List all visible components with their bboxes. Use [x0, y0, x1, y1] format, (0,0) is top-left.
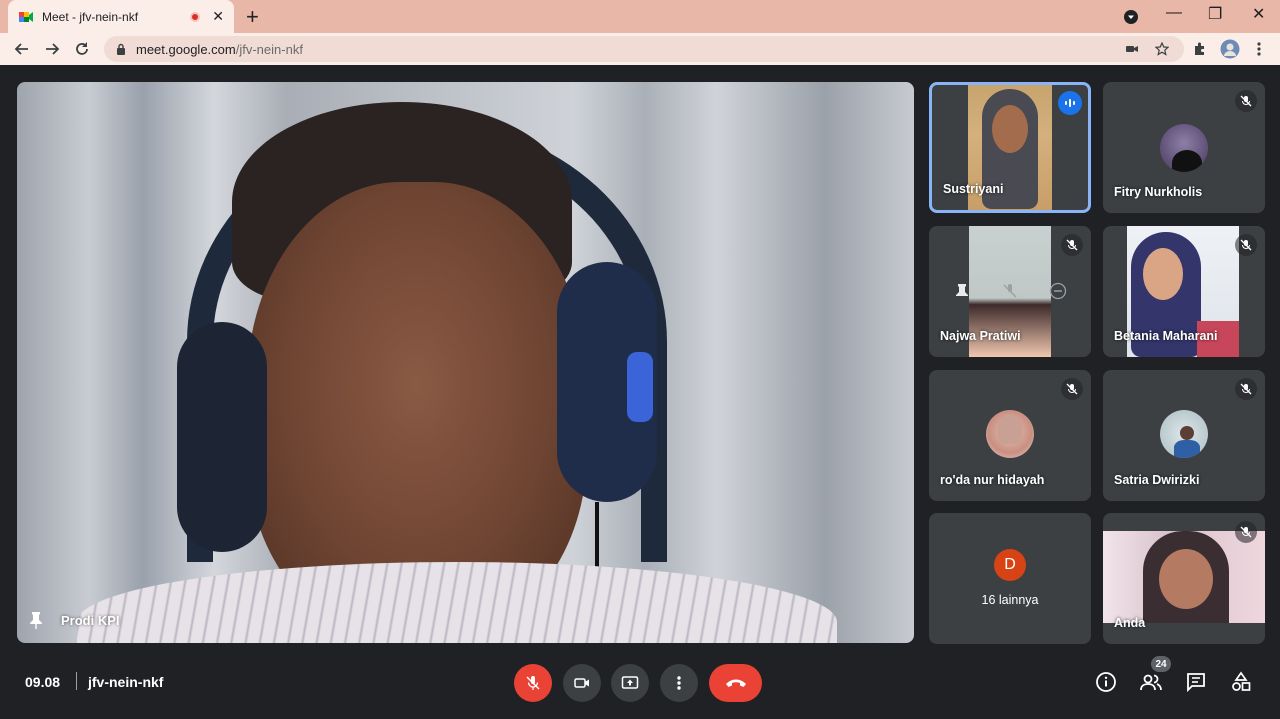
participant-tile[interactable]: Sustriyani: [929, 82, 1091, 213]
self-camera: [1103, 531, 1265, 623]
profile-dropdown-icon[interactable]: [1123, 9, 1139, 25]
present-screen-icon: [621, 676, 639, 689]
self-view-tile[interactable]: Anda: [1103, 513, 1265, 644]
camera-permission-icon[interactable]: [1125, 42, 1139, 56]
forward-arrow-icon[interactable]: [44, 41, 60, 57]
mic-off-icon: [1061, 234, 1083, 256]
pin-icon: [30, 612, 42, 629]
participant-tile[interactable]: Najwa Pratiwi: [929, 226, 1091, 357]
earcup-light-shape: [627, 352, 653, 422]
url-omnibox[interactable]: meet.google.com/jfv-nein-nkf: [104, 36, 1184, 62]
main-participant-video[interactable]: Prodi KPI: [17, 82, 914, 643]
camera-icon: [574, 678, 589, 688]
url-host: meet.google.com: [136, 41, 236, 57]
participant-name: Najwa Pratiwi: [940, 329, 1021, 343]
extensions-puzzle-icon[interactable]: [1192, 41, 1208, 57]
participant-name: Betania Maharani: [1114, 329, 1218, 343]
meeting-control-bar: 09.08 jfv-nein-nkf: [0, 650, 1280, 719]
presenter-name: Prodi KPI: [61, 612, 120, 628]
more-participants-tile[interactable]: D 16 lainnya: [929, 513, 1091, 644]
presenter-label: Prodi KPI: [29, 611, 120, 629]
participant-name: Fitry Nurkholis: [1114, 185, 1203, 199]
chat-icon: [1187, 673, 1205, 693]
remove-participant-icon[interactable]: [1049, 282, 1067, 300]
earcup-right-shape: [557, 262, 657, 502]
leave-call-button[interactable]: [709, 664, 762, 702]
back-arrow-icon[interactable]: [14, 41, 30, 57]
earcup-left-shape: [177, 322, 267, 552]
present-screen-button[interactable]: [611, 664, 649, 702]
activities-shapes-icon: [1232, 671, 1251, 691]
participant-name: Sustriyani: [943, 182, 1004, 196]
hang-up-icon: [725, 679, 746, 687]
toggle-microphone-button[interactable]: [514, 664, 552, 702]
browser-tab-strip: Meet - jfv-nein-nkf ✕ + — ❐ ✕: [0, 0, 1280, 33]
participant-tile[interactable]: ro'da nur hidayah: [929, 370, 1091, 501]
participant-name: Anda: [1114, 616, 1146, 630]
chat-button[interactable]: [1182, 668, 1210, 696]
recording-indicator-icon: [190, 11, 201, 22]
participant-name: Satria Dwirizki: [1114, 473, 1200, 487]
participant-letter-avatar: D: [994, 549, 1026, 581]
participant-count-badge: 24: [1151, 656, 1171, 672]
mic-off-icon: [1061, 378, 1083, 400]
new-tab-button[interactable]: +: [246, 4, 259, 30]
meet-favicon-icon: [19, 11, 33, 22]
tile-hover-controls: [953, 282, 1067, 300]
mic-off-icon: [1235, 378, 1257, 400]
participant-tile[interactable]: Fitry Nurkholis: [1103, 82, 1265, 213]
window-minimize-button[interactable]: —: [1166, 4, 1182, 22]
address-bar: meet.google.com/jfv-nein-nkf: [0, 33, 1280, 65]
tab-close-icon[interactable]: ✕: [212, 8, 224, 25]
participants-button[interactable]: [1137, 668, 1165, 696]
participant-tile[interactable]: Satria Dwirizki: [1103, 370, 1265, 501]
pin-tile-icon[interactable]: [953, 282, 971, 300]
participant-avatar: [986, 410, 1034, 458]
reload-icon[interactable]: [74, 41, 90, 57]
shirt-shape: [77, 562, 837, 643]
participant-avatar: [1160, 410, 1208, 458]
meeting-code: jfv-nein-nkf: [88, 674, 164, 690]
bookmark-star-icon[interactable]: [1155, 42, 1169, 56]
people-icon: [1140, 674, 1162, 691]
window-close-button[interactable]: ✕: [1252, 4, 1265, 24]
more-vert-icon: [677, 676, 681, 690]
lock-icon: [117, 43, 125, 55]
more-options-button[interactable]: [660, 664, 698, 702]
url-path: /jfv-nein-nkf: [235, 41, 303, 57]
toggle-camera-button[interactable]: [563, 664, 601, 702]
browser-tab[interactable]: Meet - jfv-nein-nkf ✕: [8, 0, 234, 33]
browser-menu-icon[interactable]: [1256, 41, 1262, 57]
participant-tile[interactable]: Betania Maharani: [1103, 226, 1265, 357]
meeting-details-button[interactable]: [1092, 668, 1120, 696]
mic-off-icon: [1235, 90, 1257, 112]
meeting-clock: 09.08: [25, 674, 61, 690]
mic-off-icon: [1235, 234, 1257, 256]
mic-off-icon: [1235, 521, 1257, 543]
participant-name: ro'da nur hidayah: [940, 473, 1045, 487]
participant-avatar: [1160, 124, 1208, 172]
mic-off-icon: [526, 676, 540, 690]
window-restore-button[interactable]: ❐: [1208, 4, 1222, 24]
divider: [76, 672, 77, 690]
more-participants-label: 16 lainnya: [981, 593, 1039, 607]
profile-avatar-icon[interactable]: [1220, 39, 1240, 59]
activities-button[interactable]: [1227, 668, 1255, 696]
info-icon: [1096, 672, 1116, 692]
speaking-indicator-icon: [1058, 91, 1082, 115]
mute-participant-icon[interactable]: [1001, 282, 1019, 300]
tab-title: Meet - jfv-nein-nkf: [42, 9, 139, 24]
